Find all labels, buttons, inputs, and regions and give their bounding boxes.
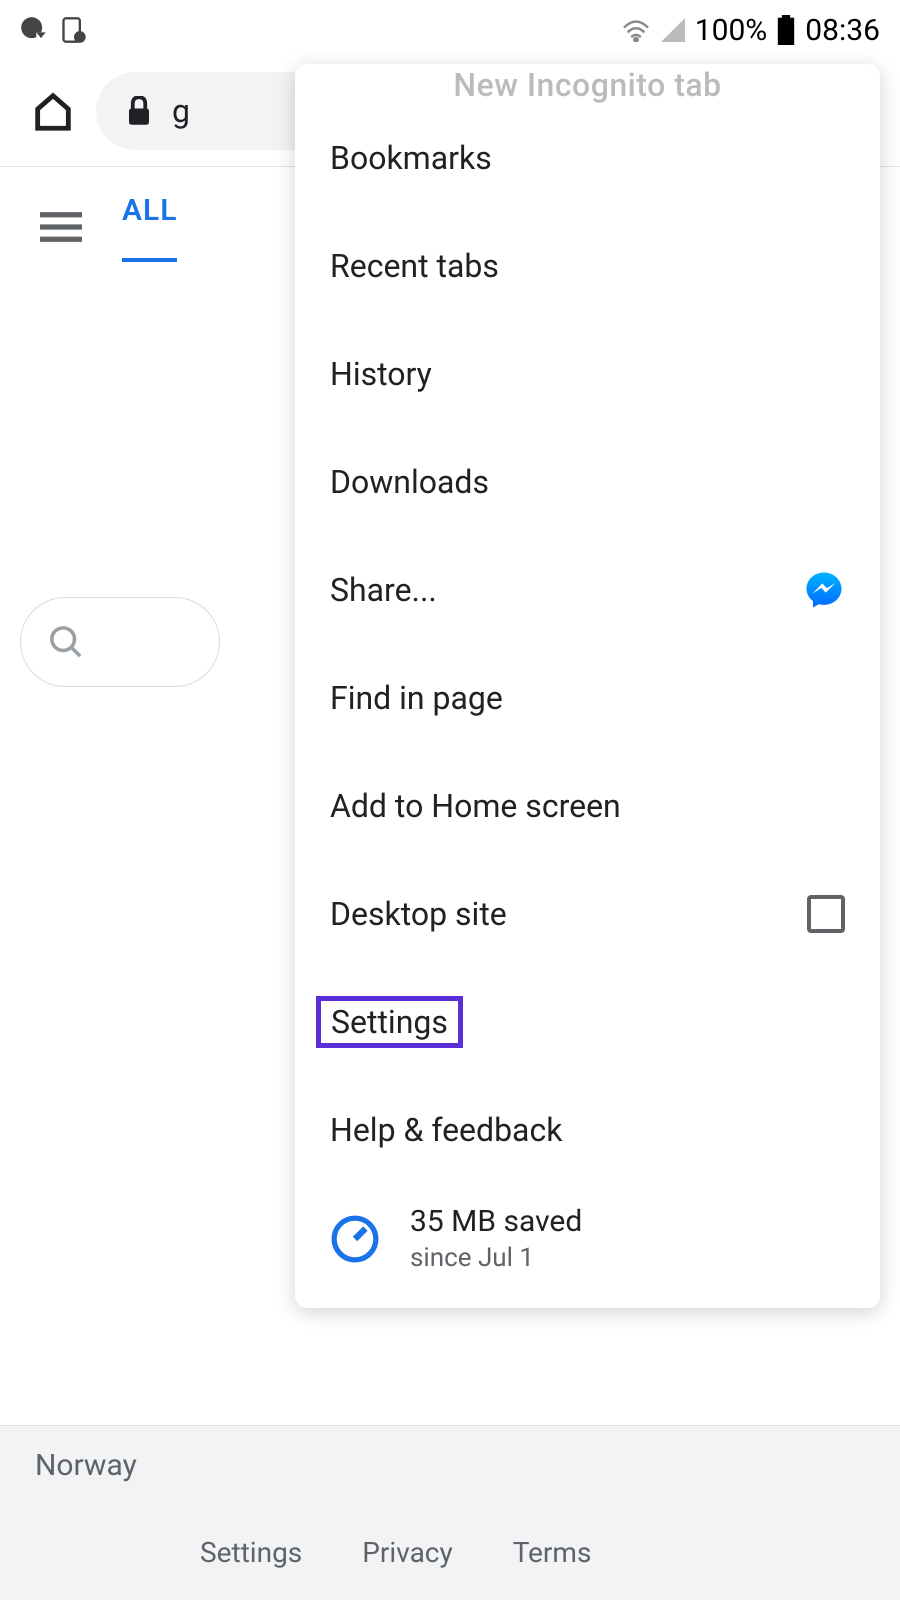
- tab-all[interactable]: ALL: [122, 193, 177, 262]
- footer-settings-link[interactable]: Settings: [200, 1536, 302, 1569]
- footer-links: Settings Privacy Terms: [0, 1505, 900, 1600]
- messenger-icon: [803, 569, 845, 611]
- notification-icon-2: [60, 16, 88, 44]
- footer-privacy-link[interactable]: Privacy: [362, 1536, 452, 1569]
- lock-icon: [126, 96, 152, 126]
- status-right: 100% 08:36: [621, 13, 880, 48]
- status-bar: 100% 08:36: [0, 0, 900, 56]
- menu-item-downloads[interactable]: Downloads: [295, 428, 880, 536]
- menu-item-incognito-clipped[interactable]: New Incognito tab: [295, 64, 880, 104]
- notification-icon-1: [20, 16, 48, 44]
- hamburger-icon[interactable]: [40, 211, 82, 243]
- search-icon: [49, 625, 83, 659]
- signal-icon: [661, 17, 685, 43]
- clock-text: 08:36: [805, 13, 880, 48]
- gauge-icon: [330, 1214, 380, 1264]
- menu-item-desktop-site[interactable]: Desktop site: [295, 860, 880, 968]
- wifi-icon: [621, 18, 651, 42]
- battery-text: 100%: [695, 13, 768, 48]
- menu-item-find-in-page[interactable]: Find in page: [295, 644, 880, 752]
- menu-item-data-saver[interactable]: 35 MB saved since Jul 1: [295, 1184, 880, 1308]
- battery-icon: [777, 15, 795, 45]
- footer-location: Norway: [0, 1425, 900, 1505]
- search-box[interactable]: [20, 597, 220, 687]
- menu-item-help[interactable]: Help & feedback: [295, 1076, 880, 1184]
- desktop-site-checkbox[interactable]: [807, 895, 845, 933]
- home-button[interactable]: [30, 88, 76, 134]
- menu-item-add-home[interactable]: Add to Home screen: [295, 752, 880, 860]
- status-left: [20, 16, 88, 44]
- menu-item-recent-tabs[interactable]: Recent tabs: [295, 212, 880, 320]
- menu-item-settings[interactable]: Settings: [295, 968, 880, 1076]
- data-saver-title: 35 MB saved: [410, 1204, 582, 1239]
- data-saver-subtitle: since Jul 1: [410, 1243, 582, 1273]
- menu-item-share[interactable]: Share...: [295, 536, 880, 644]
- data-saver-text: 35 MB saved since Jul 1: [410, 1204, 582, 1273]
- url-text: g: [172, 92, 190, 130]
- menu-item-bookmarks[interactable]: Bookmarks: [295, 104, 880, 212]
- footer-terms-link[interactable]: Terms: [513, 1536, 592, 1569]
- menu-item-history[interactable]: History: [295, 320, 880, 428]
- location-text: Norway: [35, 1448, 137, 1483]
- chrome-menu: New Incognito tab Bookmarks Recent tabs …: [295, 64, 880, 1308]
